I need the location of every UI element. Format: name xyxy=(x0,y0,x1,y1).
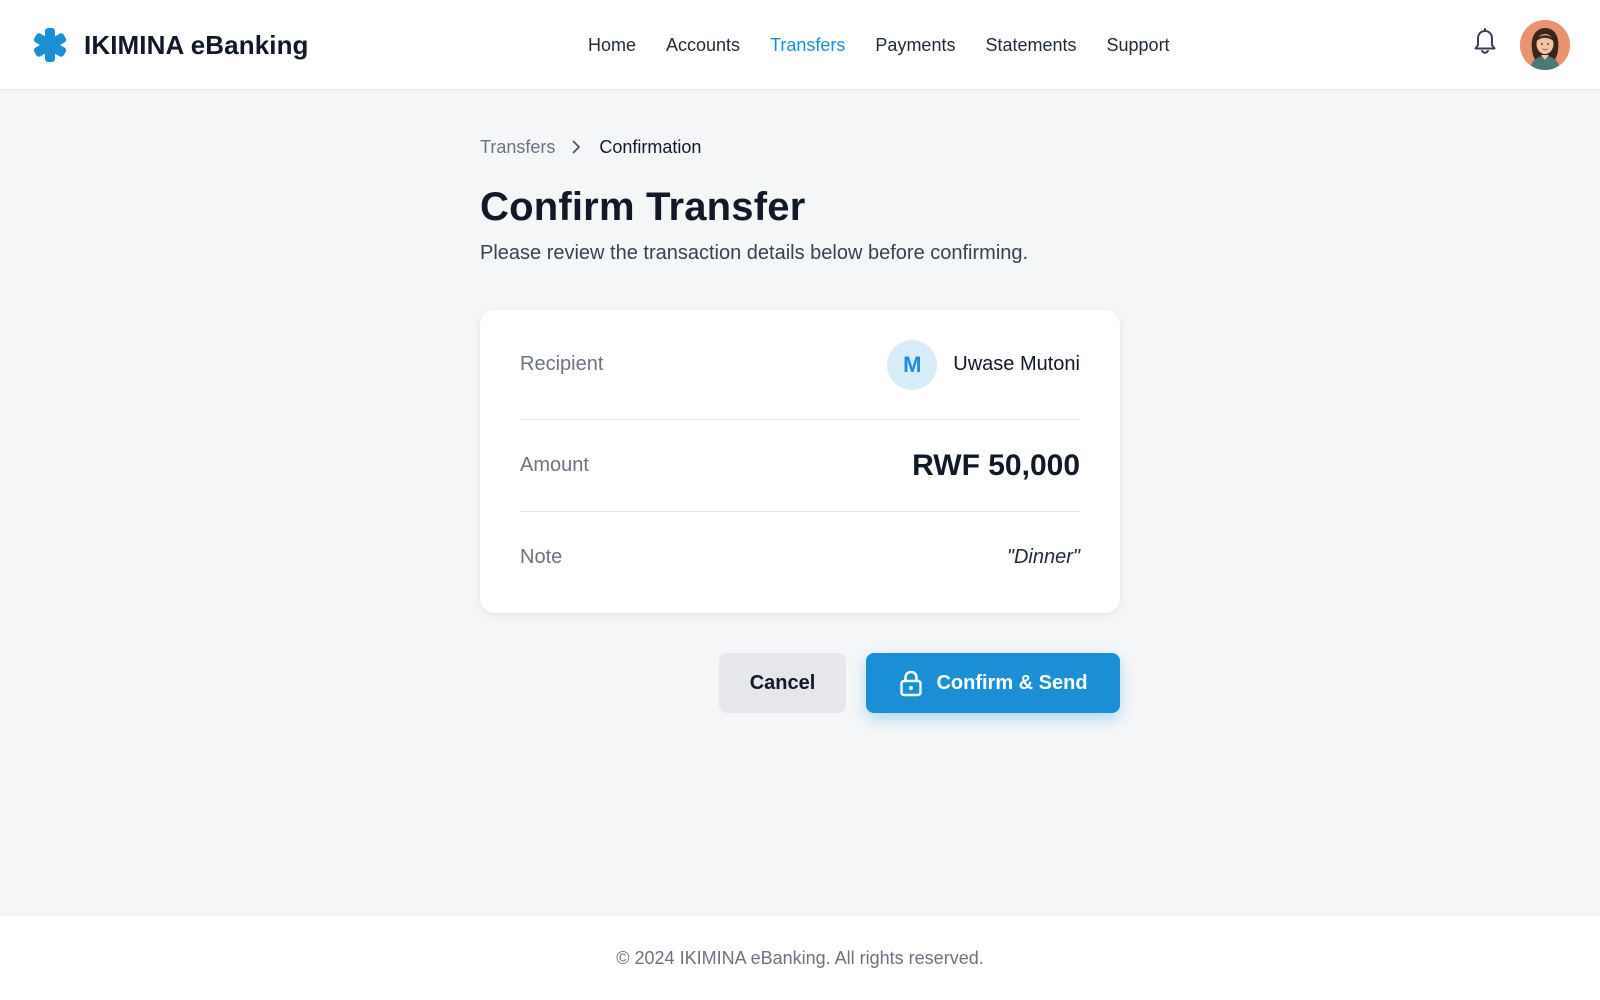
confirm-send-label: Confirm & Send xyxy=(936,671,1088,694)
bell-icon[interactable] xyxy=(1472,28,1498,56)
brand-name: IKIMINA eBanking xyxy=(84,29,309,60)
page-subtitle: Please review the transaction details be… xyxy=(480,242,1029,264)
breadcrumb: Transfers Confirmation xyxy=(480,135,701,159)
transfer-details-card: Recipient M Uwase Mutoni Amount RWF 50,0… xyxy=(480,310,1120,613)
recipient-initial-avatar: M xyxy=(887,339,938,390)
recipient-label: Recipient xyxy=(520,353,604,375)
footer-copyright: © 2024 IKIMINA eBanking. All rights rese… xyxy=(616,947,984,968)
user-avatar[interactable] xyxy=(1520,20,1570,70)
amount-label: Amount xyxy=(520,454,589,476)
breadcrumb-link-transfers[interactable]: Transfers xyxy=(480,137,555,158)
nav-item-home[interactable]: Home xyxy=(588,35,636,56)
lock-icon xyxy=(900,670,923,697)
amount-value: RWF 50,000 xyxy=(912,448,1080,482)
nav-item-payments[interactable]: Payments xyxy=(875,35,955,56)
nav-item-accounts[interactable]: Accounts xyxy=(666,35,740,56)
note-value: "Dinner" xyxy=(1006,545,1080,568)
confirm-send-button[interactable]: Confirm & Send xyxy=(866,653,1120,713)
top-header: IKIMINA eBanking Home Accounts Transfers… xyxy=(0,0,1600,90)
asterisk-logo-icon xyxy=(33,28,67,62)
nav-item-transfers[interactable]: Transfers xyxy=(770,35,845,56)
page-title: Confirm Transfer xyxy=(480,185,806,229)
recipient-row: Recipient M Uwase Mutoni xyxy=(520,310,1080,420)
nav-item-support[interactable]: Support xyxy=(1107,35,1170,56)
recipient-name: Uwase Mutoni xyxy=(953,353,1080,375)
main-nav: Home Accounts Transfers Payments Stateme… xyxy=(588,30,1170,60)
avatar-portrait-icon xyxy=(1520,20,1570,70)
chevron-right-icon xyxy=(572,140,581,154)
note-row: Note "Dinner" xyxy=(520,512,1080,602)
breadcrumb-current: Confirmation xyxy=(599,136,702,157)
note-label: Note xyxy=(520,545,563,568)
page-footer: © 2024 IKIMINA eBanking. All rights rese… xyxy=(0,915,1600,1000)
brand[interactable]: IKIMINA eBanking xyxy=(32,25,309,65)
recipient-info: M Uwase Mutoni xyxy=(887,339,1080,390)
nav-item-statements[interactable]: Statements xyxy=(985,35,1076,56)
cancel-button[interactable]: Cancel xyxy=(719,653,846,713)
amount-row: Amount RWF 50,000 xyxy=(520,420,1080,512)
